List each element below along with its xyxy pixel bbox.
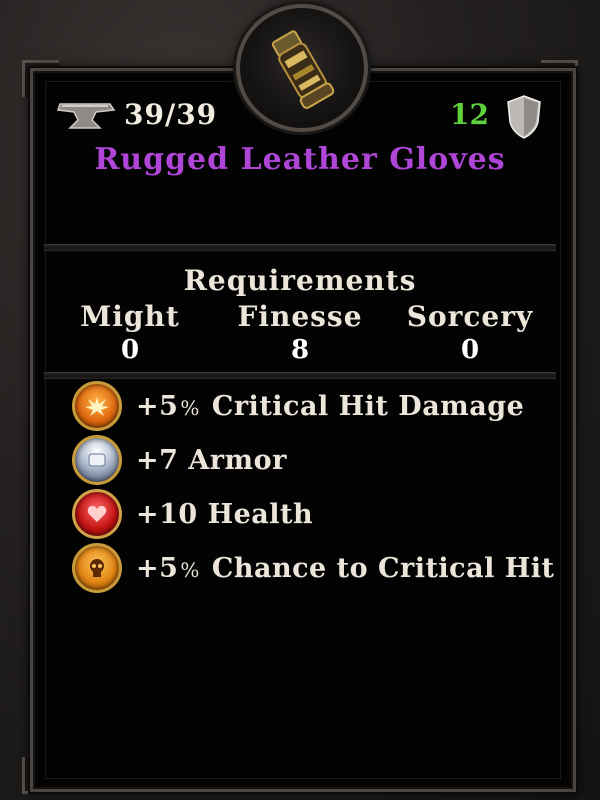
requirement-sorcery: Sorcery 0 (380, 300, 560, 365)
bonus-amount: +7 (136, 444, 179, 476)
armor-value: 12 (450, 98, 489, 131)
bonus-row-health: +10 Health (72, 489, 313, 539)
shield-icon (507, 95, 541, 139)
requirement-value: 0 (120, 335, 140, 365)
panel-inner-border (45, 81, 561, 779)
requirements-title: Requirements (183, 264, 417, 297)
health-orb-icon (72, 489, 122, 539)
bonus-text: +10 Health (136, 499, 313, 530)
bonus-text: +5% Chance to Critical Hit (136, 553, 555, 584)
bonus-unit: % (180, 395, 200, 420)
requirement-label: Finesse (237, 300, 363, 333)
bonus-amount: +10 (136, 498, 198, 530)
heart-icon (87, 505, 107, 522)
bonus-row-armor: +7 Armor (72, 435, 287, 485)
armor-orb-icon (72, 435, 122, 485)
critical-chance-orb-icon (72, 543, 122, 593)
bonus-label: Critical Hit Damage (211, 390, 525, 422)
burst-icon (85, 397, 109, 416)
requirement-finesse: Finesse 8 (210, 300, 390, 365)
bonus-label: Health (207, 498, 314, 530)
bonus-unit: % (180, 557, 200, 582)
requirement-label: Might (80, 300, 180, 333)
bonus-label: Armor (188, 444, 287, 476)
requirement-might: Might 0 (40, 300, 220, 365)
requirement-value: 0 (460, 335, 480, 365)
skull-icon (90, 559, 104, 577)
bonus-amount: +5 (136, 390, 179, 422)
durability-value: 39/39 (124, 98, 218, 131)
bonus-row-critical-chance: +5% Chance to Critical Hit (72, 543, 555, 593)
requirement-value: 8 (290, 335, 310, 365)
divider-top (44, 244, 556, 252)
anvil-icon (56, 103, 116, 129)
critical-damage-orb-icon (72, 381, 122, 431)
bonus-row-critical-damage: +5% Critical Hit Damage (72, 381, 524, 431)
armor-plate-icon (88, 453, 106, 467)
item-name: Rugged Leather Gloves (94, 142, 506, 177)
bonus-text: +5% Critical Hit Damage (136, 391, 524, 422)
divider-bottom (44, 372, 556, 380)
bonus-text: +7 Armor (136, 445, 287, 476)
requirement-label: Sorcery (406, 300, 534, 333)
leather-glove-icon (271, 30, 335, 109)
item-icon-medallion (236, 4, 368, 132)
bonus-label: Chance to Critical Hit (211, 552, 555, 584)
bonus-amount: +5 (136, 552, 179, 584)
